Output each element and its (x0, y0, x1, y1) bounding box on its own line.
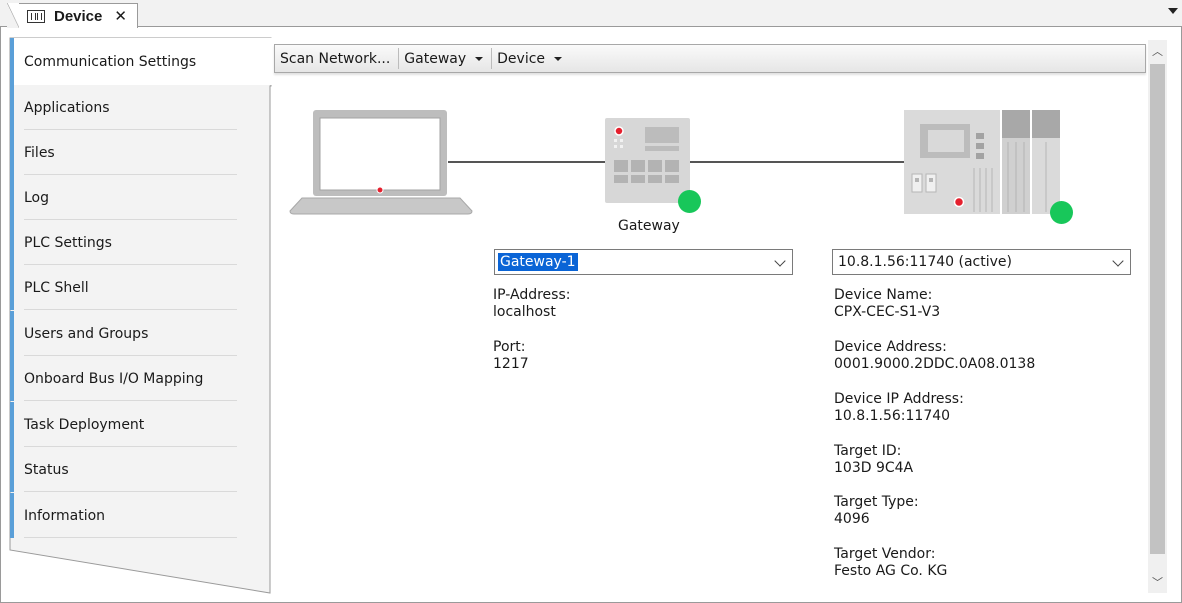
gateway-port-label: Port: (493, 339, 526, 355)
device-address-field: Device Address: 0001.9000.2DDC.0A08.0138 (834, 339, 1035, 373)
nav-item-applications[interactable]: Applications (10, 85, 271, 130)
device-select-value: 10.8.1.56:11740 (active) (838, 254, 1012, 270)
nav-item-users-and-groups[interactable]: Users and Groups (10, 311, 271, 356)
nav-item-accent (10, 265, 14, 310)
nav-item-plc-shell[interactable]: PLC Shell (10, 265, 271, 310)
device-menu-button[interactable]: Device (492, 48, 570, 69)
scrollbar-thumb[interactable] (1150, 64, 1165, 554)
device-name-label: Device Name: (834, 287, 933, 303)
nav-item-task-deployment[interactable]: Task Deployment (10, 402, 271, 447)
nav-item-log[interactable]: Log (10, 175, 271, 220)
scroll-down-icon[interactable]: ﹀ (1148, 571, 1167, 593)
target-vendor-label: Target Vendor: (834, 546, 936, 562)
gateway-ip-value: localhost (493, 304, 556, 320)
communication-toolbar: Scan Network... Gateway Device (274, 44, 1146, 73)
scan-network-label: Scan Network... (280, 50, 391, 67)
nav-item-label: Applications (24, 99, 110, 116)
nav-item-separator (24, 309, 237, 310)
device-ip-value: 10.8.1.56:11740 (834, 408, 951, 424)
device-name-value: CPX-CEC-S1-V3 (834, 304, 941, 320)
gateway-icon (605, 118, 690, 203)
target-id-value: 103D 9C4A (834, 460, 914, 476)
nav-item-label: Log (24, 189, 50, 206)
nav-item-communication-settings[interactable]: Communication Settings (10, 38, 271, 85)
chevron-down-icon (1112, 255, 1124, 267)
nav-item-accent (10, 402, 14, 447)
nav-item-accent (10, 130, 14, 175)
nav-item-label: Onboard Bus I/O Mapping (24, 370, 204, 387)
nav-item-label: PLC Shell (24, 279, 89, 296)
gateway-menu-label: Gateway (404, 50, 467, 67)
dropdown-caret-icon (475, 56, 484, 61)
nav-item-accent (10, 493, 14, 538)
target-vendor-value: Festo AG Co. KG (834, 563, 948, 579)
nav-item-plc-settings[interactable]: PLC Settings (10, 220, 271, 265)
device-address-label: Device Address: (834, 339, 947, 355)
nav-item-label: PLC Settings (24, 234, 112, 251)
nav-item-label: Communication Settings (24, 53, 197, 70)
target-type-value: 4096 (834, 511, 870, 527)
gateway-caption: Gateway (618, 218, 680, 234)
gateway-select-value: Gateway-1 (498, 253, 578, 271)
dropdown-caret-icon (554, 56, 563, 61)
nav-item-accent (10, 85, 14, 130)
gateway-port-field: Port: 1217 (493, 339, 529, 373)
nav-item-separator (24, 400, 237, 401)
nav-item-label: Information (24, 507, 106, 524)
nav-item-accent (10, 356, 14, 401)
nav-item-files[interactable]: Files (10, 130, 271, 175)
target-id-field: Target ID: 103D 9C4A (834, 443, 913, 477)
nav-item-label: Status (24, 461, 69, 478)
device-ip-field: Device IP Address: 10.8.1.56:11740 (834, 391, 964, 425)
tab-overflow-dropdown-icon[interactable] (1168, 8, 1178, 14)
gateway-status-indicator (678, 190, 701, 213)
target-vendor-field: Target Vendor: Festo AG Co. KG (834, 546, 947, 580)
gateway-select[interactable]: Gateway-1 (494, 249, 793, 275)
scan-network-button[interactable]: Scan Network... (275, 48, 400, 69)
connection-line (690, 161, 904, 163)
nav-item-label: Task Deployment (24, 416, 145, 433)
nav-item-accent (10, 311, 14, 356)
chevron-down-icon (774, 255, 786, 267)
nav-item-separator (24, 537, 237, 538)
device-status-indicator (1050, 201, 1073, 224)
vertical-scrollbar[interactable]: ︿ ﹀ (1148, 40, 1167, 593)
laptop-icon (289, 110, 473, 215)
gateway-ip-label: IP-Address: (493, 287, 571, 303)
gateway-menu-button[interactable]: Gateway (399, 48, 493, 69)
device-menu-label: Device (497, 50, 546, 67)
target-type-field: Target Type: 4096 (834, 494, 919, 528)
nav-item-status[interactable]: Status (10, 447, 271, 492)
gateway-ip-field: IP-Address: localhost (493, 287, 570, 321)
nav-item-accent (10, 38, 14, 85)
target-id-label: Target ID: (834, 443, 902, 459)
nav-item-accent (10, 447, 14, 492)
device-address-value: 0001.9000.2DDC.0A08.0138 (834, 356, 1036, 372)
target-type-label: Target Type: (834, 494, 919, 510)
nav-item-accent (10, 220, 14, 265)
scroll-up-icon[interactable]: ︿ (1148, 40, 1167, 62)
device-ip-label: Device IP Address: (834, 391, 964, 407)
nav-item-separator (24, 491, 237, 492)
nav-item-label: Users and Groups (24, 325, 149, 342)
nav-item-information[interactable]: Information (10, 493, 271, 538)
gateway-port-value: 1217 (493, 356, 529, 372)
plc-device-icon (904, 110, 1060, 214)
device-select[interactable]: 10.8.1.56:11740 (active) (832, 249, 1131, 275)
nav-item-label: Files (24, 144, 55, 161)
device-name-field: Device Name: CPX-CEC-S1-V3 (834, 287, 940, 321)
nav-item-accent (10, 175, 14, 220)
nav-item-onboard-bus-io-mapping[interactable]: Onboard Bus I/O Mapping (10, 356, 271, 401)
